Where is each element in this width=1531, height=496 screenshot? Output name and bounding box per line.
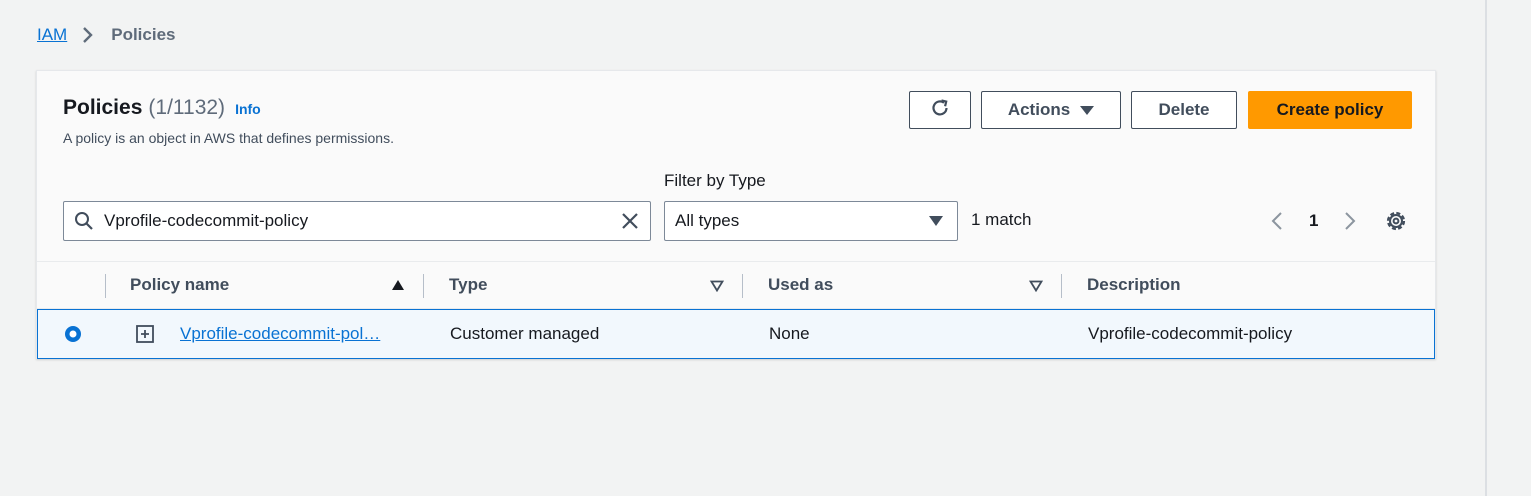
type-filter-value: All types <box>675 211 740 230</box>
sort-descending-icon[interactable] <box>709 279 725 293</box>
panel-description: A policy is an object in AWS that define… <box>63 130 394 146</box>
panel-header: Policies (1/1132) Info <box>63 96 261 120</box>
column-header-description[interactable]: Description <box>1087 262 1181 308</box>
column-header-policy-name[interactable]: Policy name <box>130 262 229 308</box>
policies-panel: Policies (1/1132) Info A policy is an ob… <box>36 70 1436 359</box>
table-row[interactable]: Vprofile-codecommit-pol… Customer manage… <box>37 309 1435 359</box>
column-header-used-as[interactable]: Used as <box>768 262 833 308</box>
chevron-right-icon[interactable] <box>1340 210 1360 232</box>
pagination: 1 <box>1267 210 1360 232</box>
type-filter-select[interactable]: All types <box>664 201 958 241</box>
filter-type-label: Filter by Type <box>664 171 766 190</box>
search-value: Vprofile-codecommit-policy <box>104 211 309 230</box>
search-input[interactable]: Vprofile-codecommit-policy <box>63 201 651 241</box>
create-policy-button[interactable]: Create policy <box>1248 91 1412 129</box>
description-cell: Vprofile-codecommit-policy <box>1088 324 1293 343</box>
refresh-icon <box>929 97 951 124</box>
sort-descending-icon[interactable] <box>1028 279 1044 293</box>
column-divider <box>105 274 106 298</box>
caret-down-icon <box>929 216 943 226</box>
search-icon <box>74 211 94 231</box>
actions-button[interactable]: Actions <box>981 91 1121 129</box>
used-as-cell: None <box>769 324 810 343</box>
info-link[interactable]: Info <box>235 101 261 117</box>
column-divider <box>742 274 743 298</box>
breadcrumb: IAM Policies <box>37 24 176 46</box>
breadcrumb-current: Policies <box>111 25 176 44</box>
policy-name-link[interactable]: Vprofile-codecommit-pol… <box>180 324 400 344</box>
radio-selected-icon[interactable] <box>64 325 82 343</box>
column-header-type[interactable]: Type <box>449 262 487 308</box>
sort-ascending-icon[interactable] <box>392 280 404 290</box>
delete-button-label: Delete <box>1158 100 1210 119</box>
type-cell: Customer managed <box>450 324 600 343</box>
clear-icon[interactable] <box>620 211 640 231</box>
chevron-left-icon[interactable] <box>1267 210 1287 232</box>
create-policy-label: Create policy <box>1276 100 1384 119</box>
table-header: Policy name Type Used as Description <box>37 261 1435 309</box>
actions-button-label: Actions <box>1007 100 1071 119</box>
policy-count: (1/1132) <box>148 96 226 119</box>
column-divider <box>1061 274 1062 298</box>
settings-icon[interactable] <box>1384 209 1408 233</box>
expand-icon[interactable] <box>136 325 154 343</box>
page-right-divider <box>1485 0 1487 496</box>
refresh-button[interactable] <box>909 91 971 129</box>
match-count: 1 match <box>971 210 1032 229</box>
delete-button[interactable]: Delete <box>1131 91 1237 129</box>
caret-down-icon <box>1080 105 1095 115</box>
chevron-right-icon <box>77 24 99 46</box>
column-divider <box>423 274 424 298</box>
page-number[interactable]: 1 <box>1309 211 1318 231</box>
breadcrumb-link-iam[interactable]: IAM <box>37 25 67 45</box>
policy-name-cell: Vprofile-codecommit-pol… <box>180 310 400 358</box>
page-title: Policies <box>63 96 143 119</box>
